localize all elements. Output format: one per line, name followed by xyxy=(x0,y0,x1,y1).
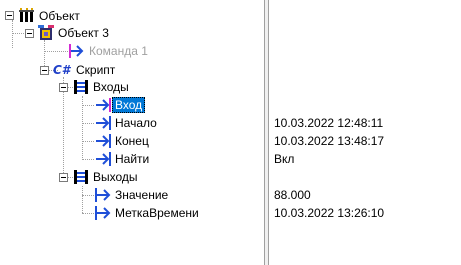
tree-node-root[interactable]: Объект xyxy=(18,7,83,25)
collapse-icon[interactable] xyxy=(40,66,49,75)
input-arrow-icon xyxy=(94,97,112,113)
collapse-icon[interactable] xyxy=(59,173,68,182)
tree-node-input-find[interactable]: Найти xyxy=(94,150,152,168)
tree-line xyxy=(82,159,94,160)
tree-node-output-timestamp[interactable]: МеткаВремени xyxy=(94,204,202,222)
value-input-find: Вкл xyxy=(274,152,295,166)
output-arrow-icon xyxy=(94,187,112,203)
value-list: 10.03.2022 12:48:11 10.03.2022 13:48:17 … xyxy=(269,0,461,265)
input-arrow-icon xyxy=(94,133,112,149)
io-group-icon xyxy=(72,169,90,185)
tree-node-output-value[interactable]: Значение xyxy=(94,186,171,204)
tree-line xyxy=(82,123,94,124)
tree-node-label: Объект xyxy=(39,9,80,23)
tree-line xyxy=(44,51,68,52)
tree-node-label: Объект 3 xyxy=(58,26,109,40)
tree-line xyxy=(82,141,94,142)
tree-node-inputs[interactable]: Входы xyxy=(72,78,132,96)
tree-node-label: Значение xyxy=(115,188,169,202)
tree-node-label: Скрипт xyxy=(76,63,116,77)
tree-line xyxy=(63,77,64,177)
csharp-icon: C# xyxy=(53,63,71,77)
tree-line xyxy=(82,213,94,214)
tree-node-input-start[interactable]: Начало xyxy=(94,114,160,132)
tree-node-object3[interactable]: Объект 3 xyxy=(37,24,112,42)
value-input-start: 10.03.2022 12:48:11 xyxy=(274,116,384,130)
tree-node-label: Конец xyxy=(115,134,149,148)
tree-node-label: МеткаВремени xyxy=(115,206,199,220)
tree-node-label: Вход xyxy=(112,97,146,113)
tree-line xyxy=(12,33,26,34)
tree-node-label: Команда 1 xyxy=(89,44,148,58)
tree-node-input-vhod[interactable]: Вход xyxy=(94,96,146,114)
input-arrow-icon xyxy=(94,115,112,131)
tree-node-outputs[interactable]: Выходы xyxy=(72,168,141,186)
tree-node-script[interactable]: C# Скрипт xyxy=(53,61,118,79)
tree-node-input-end[interactable]: Конец xyxy=(94,132,152,150)
tree-view[interactable]: Объект Объект 3 Команда 1 C# Скрипт Вход… xyxy=(0,0,264,265)
tree-line xyxy=(82,105,94,106)
object-class-icon xyxy=(37,25,55,41)
tree-line xyxy=(12,20,13,48)
tree-node-command1[interactable]: Команда 1 xyxy=(68,42,151,60)
tree-node-label: Найти xyxy=(115,152,150,166)
value-output-timestamp: 10.03.2022 13:26:10 xyxy=(274,206,385,220)
tree-node-label: Входы xyxy=(93,80,129,94)
input-arrow-icon xyxy=(94,151,112,167)
tree-node-label: Выходы xyxy=(93,170,138,184)
collapse-icon[interactable] xyxy=(59,83,68,92)
collapse-icon[interactable] xyxy=(25,29,34,38)
tree-line xyxy=(82,186,83,213)
command-arrow-icon xyxy=(68,43,86,59)
output-arrow-icon xyxy=(94,205,112,221)
value-output-value: 88.000 xyxy=(274,188,311,202)
collapse-icon[interactable] xyxy=(5,11,14,20)
tree-line xyxy=(82,195,94,196)
tree-node-label: Начало xyxy=(115,116,157,130)
value-input-end: 10.03.2022 13:48:17 xyxy=(274,134,385,148)
io-group-icon xyxy=(72,79,90,95)
object-icon xyxy=(18,8,36,24)
